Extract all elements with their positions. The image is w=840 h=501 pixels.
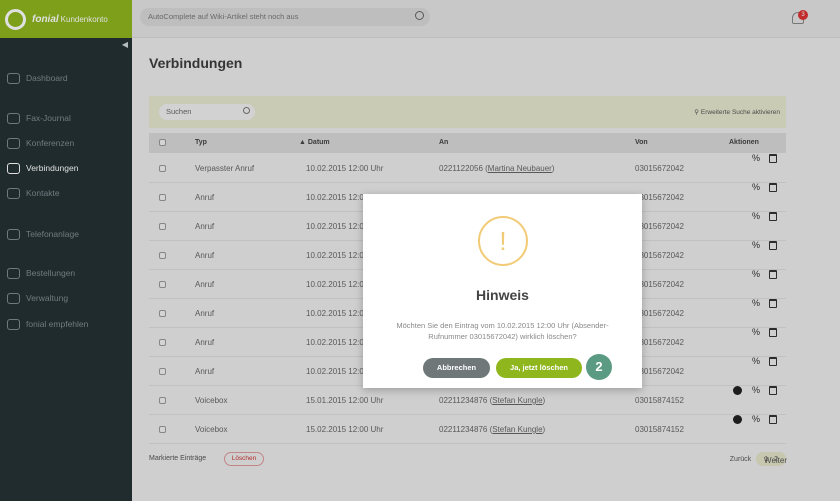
cancel-button[interactable]: Abbrechen: [423, 358, 490, 378]
warning-icon: !: [478, 216, 528, 266]
step-badge: 2: [586, 354, 612, 380]
confirm-delete-button[interactable]: Ja, jetzt löschen: [496, 358, 582, 378]
dialog-message: Möchten Sie den Eintrag vom 10.02.2015 1…: [396, 321, 609, 341]
confirm-dialog: ! Hinweis Möchten Sie den Eintrag vom 10…: [363, 194, 642, 388]
dialog-title: Hinweis: [476, 287, 529, 303]
